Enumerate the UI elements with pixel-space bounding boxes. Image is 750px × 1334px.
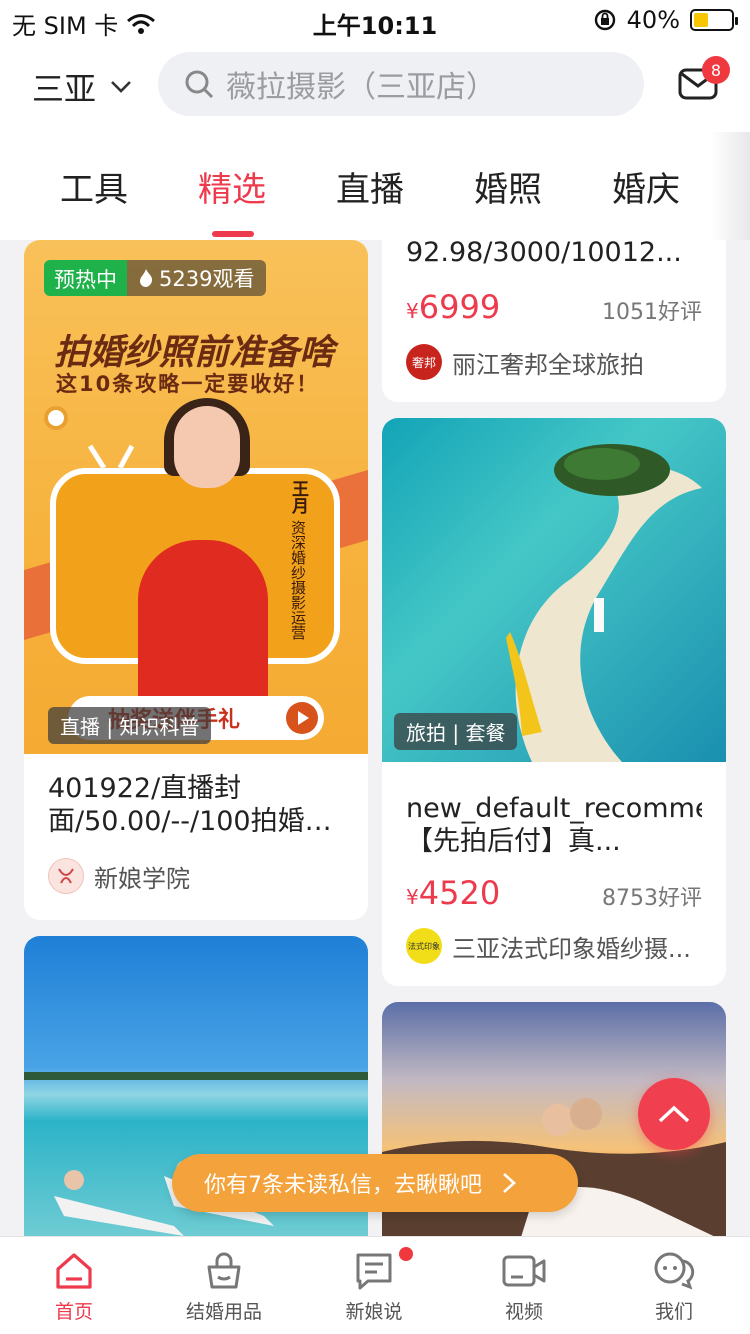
status-bar: 无 SIM 卡 上午10:11 40% <box>0 0 750 42</box>
tabs-scroll-fade <box>710 132 750 240</box>
presenter-caption: 王月 资深婚纱摄影运营 <box>286 480 310 640</box>
play-icon <box>286 702 318 734</box>
presenter-photo <box>138 540 268 716</box>
shop-row[interactable]: 奢邦 丽江奢邦全球旅拍 <box>406 344 702 380</box>
nav-label: 视频 <box>504 1301 543 1323</box>
poster-subtitle: 这10条攻略一定要收好！ <box>56 372 320 396</box>
presenter-face <box>174 406 240 488</box>
shop-logo: 奢邦 <box>406 344 442 380</box>
active-tab-indicator <box>212 231 254 237</box>
price: ¥4520 <box>406 874 500 912</box>
view-count: 5239观看 <box>127 260 267 296</box>
battery-percent: 40% <box>626 6 680 34</box>
shop-logo <box>48 858 84 894</box>
feed: 预热中 5239观看 拍婚纱照前准备啥 这10条攻略一定要收好！ 王月 资深婚纱… <box>0 240 750 1236</box>
nav-us[interactable]: 我们 <box>614 1251 734 1324</box>
shop-row[interactable]: 新娘学院 <box>48 858 344 894</box>
nav-label: 首页 <box>54 1301 93 1323</box>
tab-live[interactable]: 直播 <box>310 162 430 211</box>
shop-name: 三亚法式印象婚纱摄... <box>452 934 691 963</box>
shop-logo: 法式印象 <box>406 928 442 964</box>
shop-row[interactable]: 法式印象 三亚法式印象婚纱摄... <box>406 928 702 964</box>
live-cover-image: 预热中 5239观看 拍婚纱照前准备啥 这10条攻略一定要收好！ 王月 资深婚纱… <box>24 240 368 754</box>
currency-symbol: ¥ <box>406 885 419 909</box>
tab-tools[interactable]: 工具 <box>34 162 154 211</box>
shopping-bag-icon <box>207 1252 241 1289</box>
shop-name: 丽江奢邦全球旅拍 <box>452 350 644 379</box>
nav-video[interactable]: 视频 <box>464 1251 584 1324</box>
currency-symbol: ¥ <box>406 299 419 323</box>
content-tag: 直播 | 知识科普 <box>48 707 212 744</box>
content-tag: 旅拍 | 套餐 <box>394 713 518 750</box>
beach-photo: 旅拍 | 套餐 <box>382 418 726 762</box>
unread-message-toast[interactable]: 你有7条未读私信，去瞅瞅吧 <box>172 1154 578 1212</box>
tab-wedding-photos[interactable]: 婚照 <box>448 162 568 211</box>
tab-wedding-ceremony[interactable]: 婚庆 <box>586 162 706 211</box>
category-tabs: 工具 精选 直播 婚照 婚庆 <box>0 132 750 240</box>
nav-label: 结婚用品 <box>185 1301 262 1323</box>
search-placeholder: 薇拉摄影（三亚店） <box>226 70 496 105</box>
battery-icon <box>690 9 738 31</box>
chat-bubbles-icon <box>654 1252 695 1290</box>
city-selector[interactable]: 三亚 <box>32 64 132 110</box>
nav-label: 我们 <box>654 1301 693 1323</box>
home-icon <box>56 1253 92 1289</box>
presenter-name: 王月 <box>288 480 308 514</box>
live-card[interactable]: 预热中 5239观看 拍婚纱照前准备啥 这10条攻略一定要收好！ 王月 资深婚纱… <box>24 240 368 920</box>
video-camera-icon <box>502 1255 546 1287</box>
chevron-right-icon <box>503 1173 516 1193</box>
product-card-lijiang[interactable]: 92.98/3000/10012... ¥6999 1051好评 奢邦 丽江奢邦… <box>382 240 726 402</box>
nav-label: 新娘说 <box>345 1301 403 1323</box>
chevron-up-icon <box>658 1105 690 1123</box>
review-count: 8753好评 <box>602 886 702 911</box>
chat-document-icon <box>356 1253 392 1290</box>
top-header: 三亚 薇拉摄影（三亚店） 8 <box>0 42 750 132</box>
card-title: new_default_recommend-【先拍后付】真... <box>406 793 702 857</box>
product-card-sanya[interactable]: 旅拍 | 套餐 new_default_recommend-【先拍后付】真...… <box>382 418 726 986</box>
new-content-dot <box>399 1247 413 1261</box>
toast-text: 你有7条未读私信，去瞅瞅吧 <box>204 1173 482 1198</box>
price-value: 4520 <box>418 874 501 912</box>
live-status-badge: 预热中 5239观看 <box>44 260 267 296</box>
chevron-down-icon <box>111 81 131 93</box>
shop-name: 新娘学院 <box>94 864 190 893</box>
city-label: 三亚 <box>32 70 97 108</box>
preheat-badge: 预热中 <box>44 260 127 296</box>
price: ¥6999 <box>406 288 500 326</box>
back-to-top-button[interactable] <box>638 1078 710 1150</box>
bottom-tab-bar: 首页 结婚用品 新娘说 视频 我们 <box>0 1236 750 1334</box>
orientation-lock-icon <box>594 9 615 31</box>
search-input[interactable]: 薇拉摄影（三亚店） <box>158 52 644 116</box>
nav-wedding-goods[interactable]: 结婚用品 <box>164 1251 284 1324</box>
nav-bride-talk[interactable]: 新娘说 <box>314 1251 434 1324</box>
shop-logo-text: 奢邦 <box>411 355 436 370</box>
tab-featured[interactable]: 精选 <box>172 162 292 211</box>
card-title: 401922/直播封面/50.00/--/100拍婚纱... <box>48 773 305 837</box>
shop-logo-text: 法式印象 <box>408 941 440 951</box>
view-count-label: 5239观看 <box>159 267 255 291</box>
card-title: 92.98/3000/10012... <box>406 240 682 268</box>
price-value: 6999 <box>418 288 501 326</box>
review-count: 1051好评 <box>602 300 702 325</box>
message-count-badge: 8 <box>702 56 730 84</box>
presenter-role: 资深婚纱摄影运营 <box>289 519 307 640</box>
nav-home[interactable]: 首页 <box>14 1251 134 1324</box>
flame-icon <box>140 269 153 287</box>
search-icon <box>185 70 214 99</box>
sandbar-illustration <box>506 444 702 762</box>
